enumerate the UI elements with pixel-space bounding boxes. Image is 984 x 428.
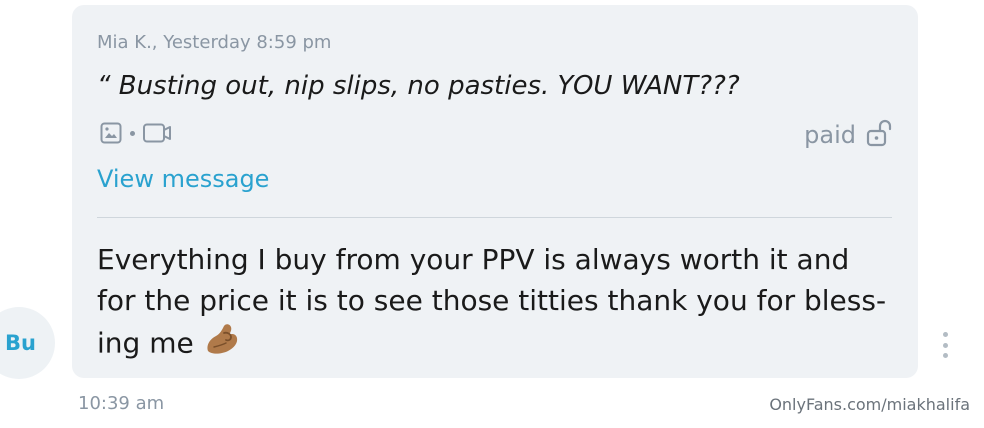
message-timestamp: 10:39 am bbox=[78, 393, 165, 414]
unlocked-lock-icon bbox=[866, 118, 892, 152]
chat-page: Bu Mia K., Yesterday 8:59 pm “ Busting o… bbox=[0, 0, 984, 428]
pinched-fingers-emoji bbox=[202, 321, 242, 368]
paid-status: paid bbox=[804, 118, 892, 152]
watermark: OnlyFans.com/miakhalifa bbox=[769, 395, 970, 414]
avatar[interactable]: Bu bbox=[0, 307, 55, 379]
message-bubble: Mia K., Yesterday 8:59 pm “ Busting out,… bbox=[72, 5, 918, 378]
quoted-message-text: “ Busting out, nip slips, no pasties. YO… bbox=[97, 71, 740, 101]
quoted-message-meta: Mia K., Yesterday 8:59 pm bbox=[97, 32, 332, 53]
divider bbox=[97, 217, 892, 218]
avatar-initials: Bu bbox=[5, 331, 36, 355]
view-message-link[interactable]: View message bbox=[97, 165, 269, 193]
image-icon bbox=[99, 121, 123, 145]
media-icons bbox=[99, 121, 172, 145]
separator-dot bbox=[130, 130, 135, 136]
video-icon bbox=[142, 121, 172, 145]
paid-label: paid bbox=[804, 121, 856, 149]
more-options-icon[interactable] bbox=[938, 332, 952, 358]
reply-message: Everything I buy from your PPV is always… bbox=[97, 239, 887, 368]
